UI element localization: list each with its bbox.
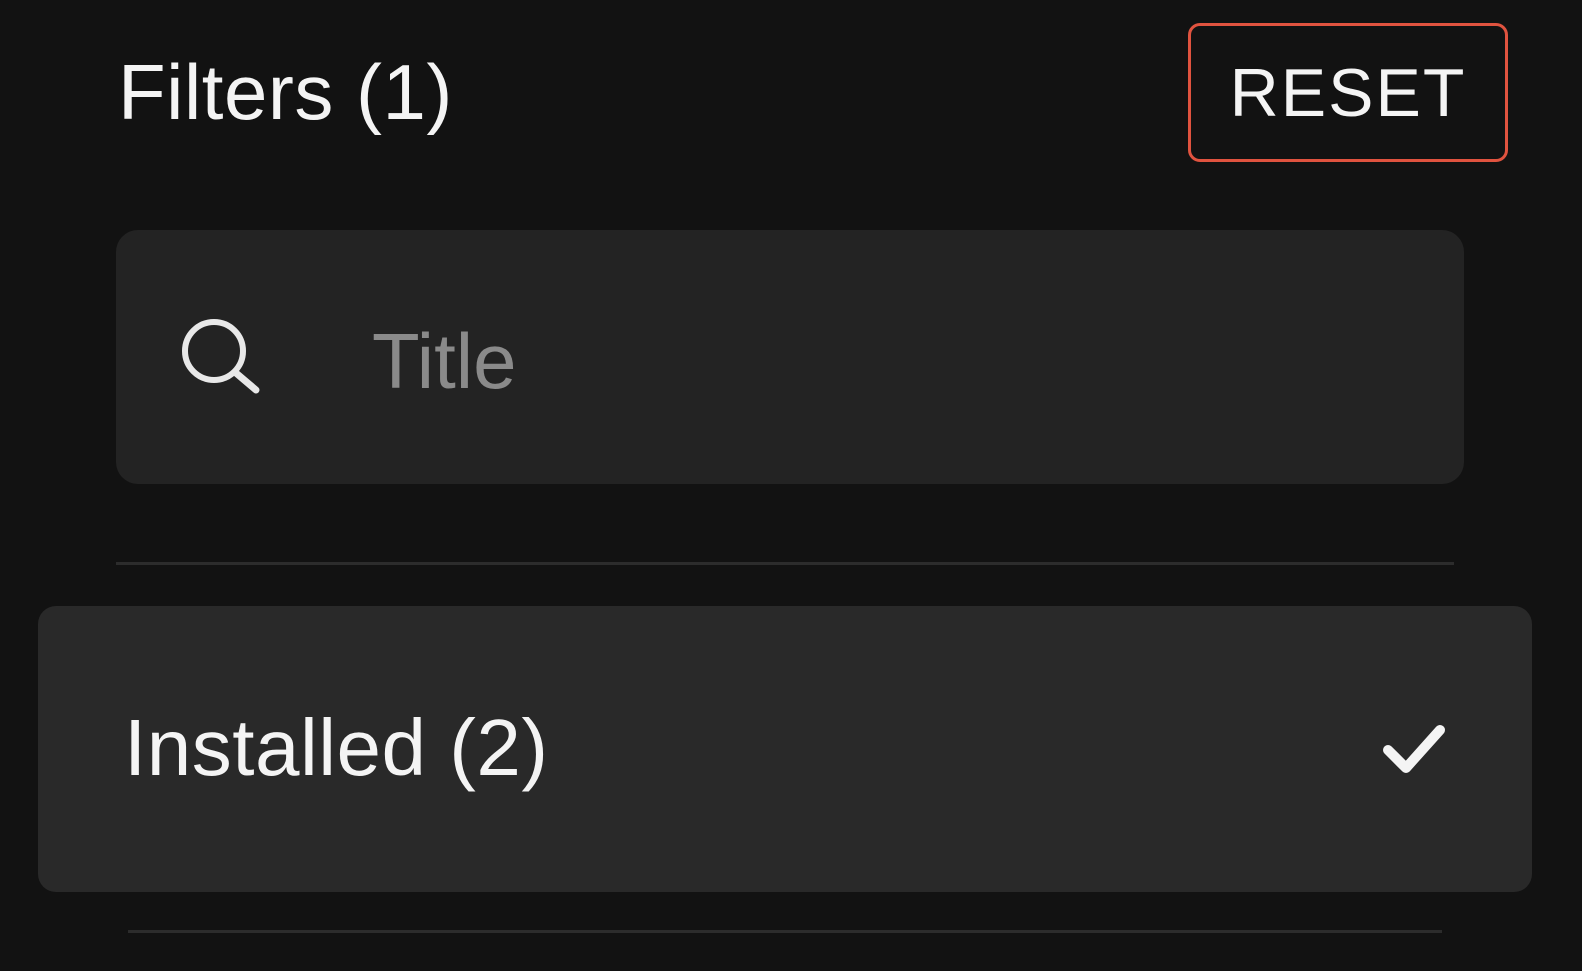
search-icon — [178, 318, 262, 394]
filters-title: Filters (1) — [118, 48, 453, 136]
filter-option-label: Installed (2) — [124, 703, 549, 792]
reset-button-label: RESET — [1229, 54, 1467, 131]
divider — [128, 930, 1442, 933]
search-input[interactable] — [372, 306, 1422, 416]
check-icon — [1382, 722, 1446, 776]
filter-option-installed[interactable]: Installed (2) — [38, 606, 1532, 892]
divider — [116, 562, 1454, 565]
reset-button[interactable]: RESET — [1188, 23, 1508, 162]
